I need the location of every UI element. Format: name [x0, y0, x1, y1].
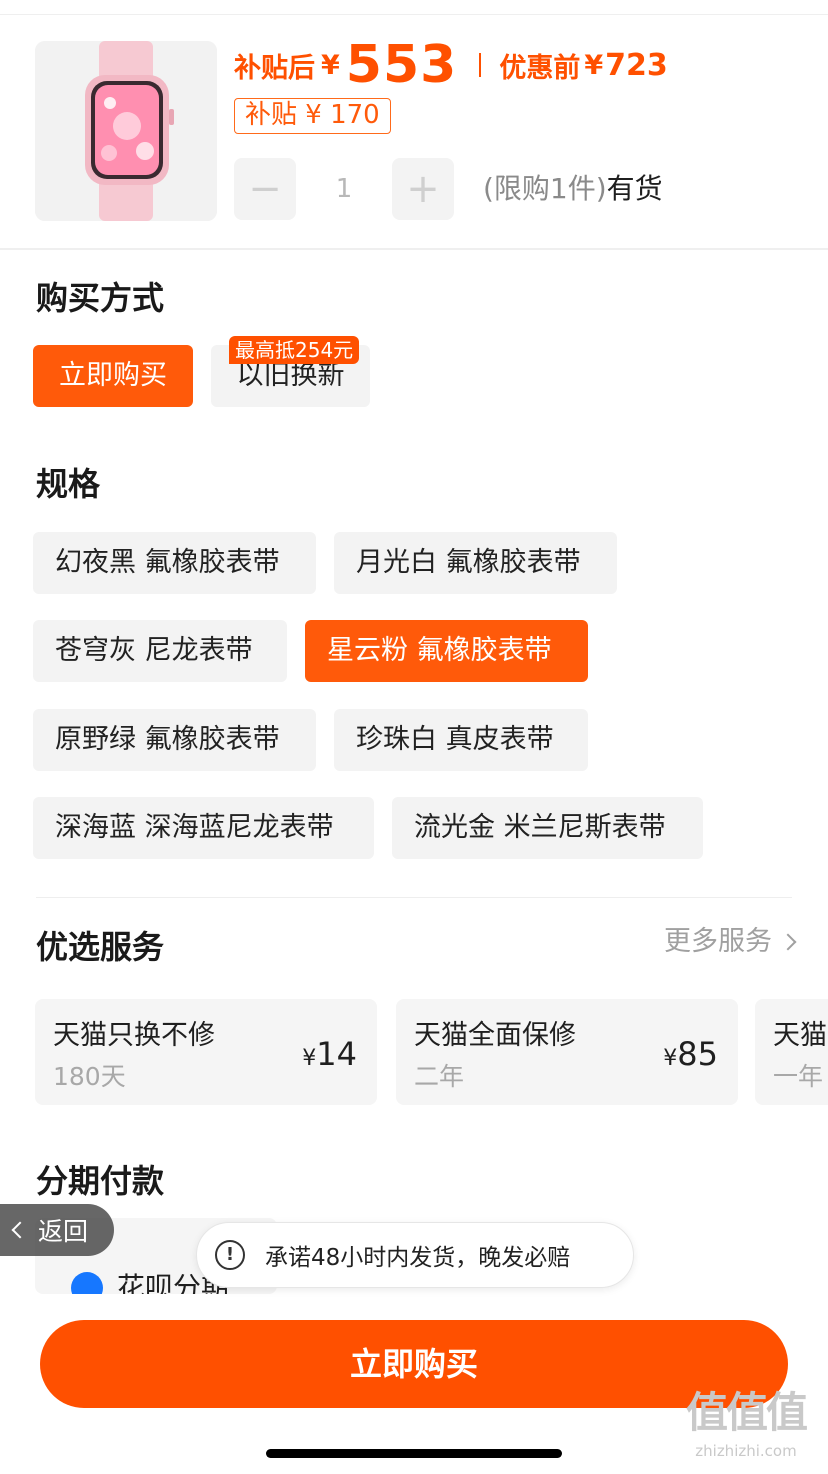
spec-option[interactable]: 月光白 氟橡胶表带	[334, 532, 617, 594]
service-price: ¥14	[302, 1035, 357, 1073]
pink-smartwatch-image-icon	[35, 41, 217, 221]
spec-option-selected[interactable]: 星云粉 氟橡胶表带	[305, 620, 588, 682]
service-card[interactable]: 天猫全面保修 二年 ¥85	[396, 999, 738, 1105]
buy-now-option[interactable]: 立即购买	[33, 345, 193, 407]
stock-status: (限购1件)有货	[483, 168, 663, 210]
watermark: 值值值 zhizhizhi.com	[676, 1386, 816, 1468]
service-term: 二年	[414, 1062, 465, 1091]
stock-availability: 有货	[606, 172, 663, 205]
spec-option[interactable]: 深海蓝 深海蓝尼龙表带	[33, 797, 374, 859]
back-button[interactable]: 返回	[0, 1204, 114, 1256]
quantity-increase-button[interactable]: +	[392, 158, 454, 220]
back-label: 返回	[38, 1217, 89, 1246]
service-term: 180天	[53, 1062, 126, 1091]
spec-option[interactable]: 苍穹灰 尼龙表带	[33, 620, 287, 682]
price-row: 补贴后 ¥ 553 优惠前 ¥ 723	[234, 30, 668, 100]
currency-symbol: ¥	[663, 1046, 678, 1071]
trade-in-promo-badge: 最高抵254元	[229, 336, 360, 364]
original-price: 723	[605, 47, 668, 83]
more-services-label: 更多服务	[664, 926, 772, 957]
spec-option[interactable]: 流光金 米兰尼斯表带	[392, 797, 703, 859]
chevron-left-icon	[11, 1221, 29, 1239]
service-name: 天猫全面保修	[414, 1020, 576, 1051]
currency-symbol: ¥	[302, 1046, 317, 1071]
watermark-url: zhizhizhi.com	[695, 1442, 797, 1460]
currency-symbol: ¥	[321, 49, 340, 81]
installment-title: 分期付款	[36, 1162, 165, 1200]
currency-symbol: ¥	[584, 49, 604, 81]
subsidized-price-label: 补贴后	[234, 52, 315, 84]
exclamation-icon: !	[215, 1240, 245, 1270]
service-price-value: 85	[677, 1035, 718, 1073]
product-image[interactable]	[35, 41, 217, 221]
top-divider	[0, 14, 828, 15]
plus-icon: +	[406, 166, 440, 212]
service-price: ¥85	[663, 1035, 718, 1073]
quantity-decrease-button[interactable]: −	[234, 158, 296, 220]
service-card-partial[interactable]: 天猫 一年	[755, 999, 828, 1105]
service-term: 一年	[773, 1062, 824, 1091]
subsidy-badge: 补贴 ¥ 170	[234, 98, 391, 134]
service-price-value: 14	[316, 1035, 357, 1073]
toast-text: 承诺48小时内发货，晚发必赔	[265, 1245, 571, 1271]
huabei-icon	[71, 1272, 103, 1294]
service-name: 天猫	[773, 1020, 827, 1051]
price-divider	[479, 53, 482, 77]
service-card[interactable]: 天猫只换不修 180天 ¥14	[35, 999, 377, 1105]
subsidized-price: 553	[345, 35, 458, 95]
watermark-logo: 值值值	[685, 1388, 808, 1437]
spec-option[interactable]: 珍珠白 真皮表带	[334, 709, 588, 771]
chevron-right-icon	[779, 933, 797, 951]
spec-option[interactable]: 幻夜黑 氟橡胶表带	[33, 532, 316, 594]
specs-title: 规格	[36, 465, 101, 503]
spec-option[interactable]: 原野绿 氟橡胶表带	[33, 709, 316, 771]
services-title: 优选服务	[36, 928, 165, 966]
original-price-label: 优惠前	[499, 52, 581, 84]
purchase-method-title: 购买方式	[36, 279, 165, 317]
more-services-link[interactable]: 更多服务	[664, 924, 797, 960]
quantity-value[interactable]: 1	[300, 158, 388, 220]
header-divider	[0, 248, 828, 250]
services-divider	[36, 897, 792, 898]
service-name: 天猫只换不修	[53, 1020, 215, 1051]
home-indicator[interactable]	[266, 1449, 562, 1458]
shipping-promise-toast: ! 承诺48小时内发货，晚发必赔	[196, 1222, 634, 1288]
purchase-limit: (限购1件)	[483, 172, 607, 205]
minus-icon: −	[248, 166, 282, 212]
